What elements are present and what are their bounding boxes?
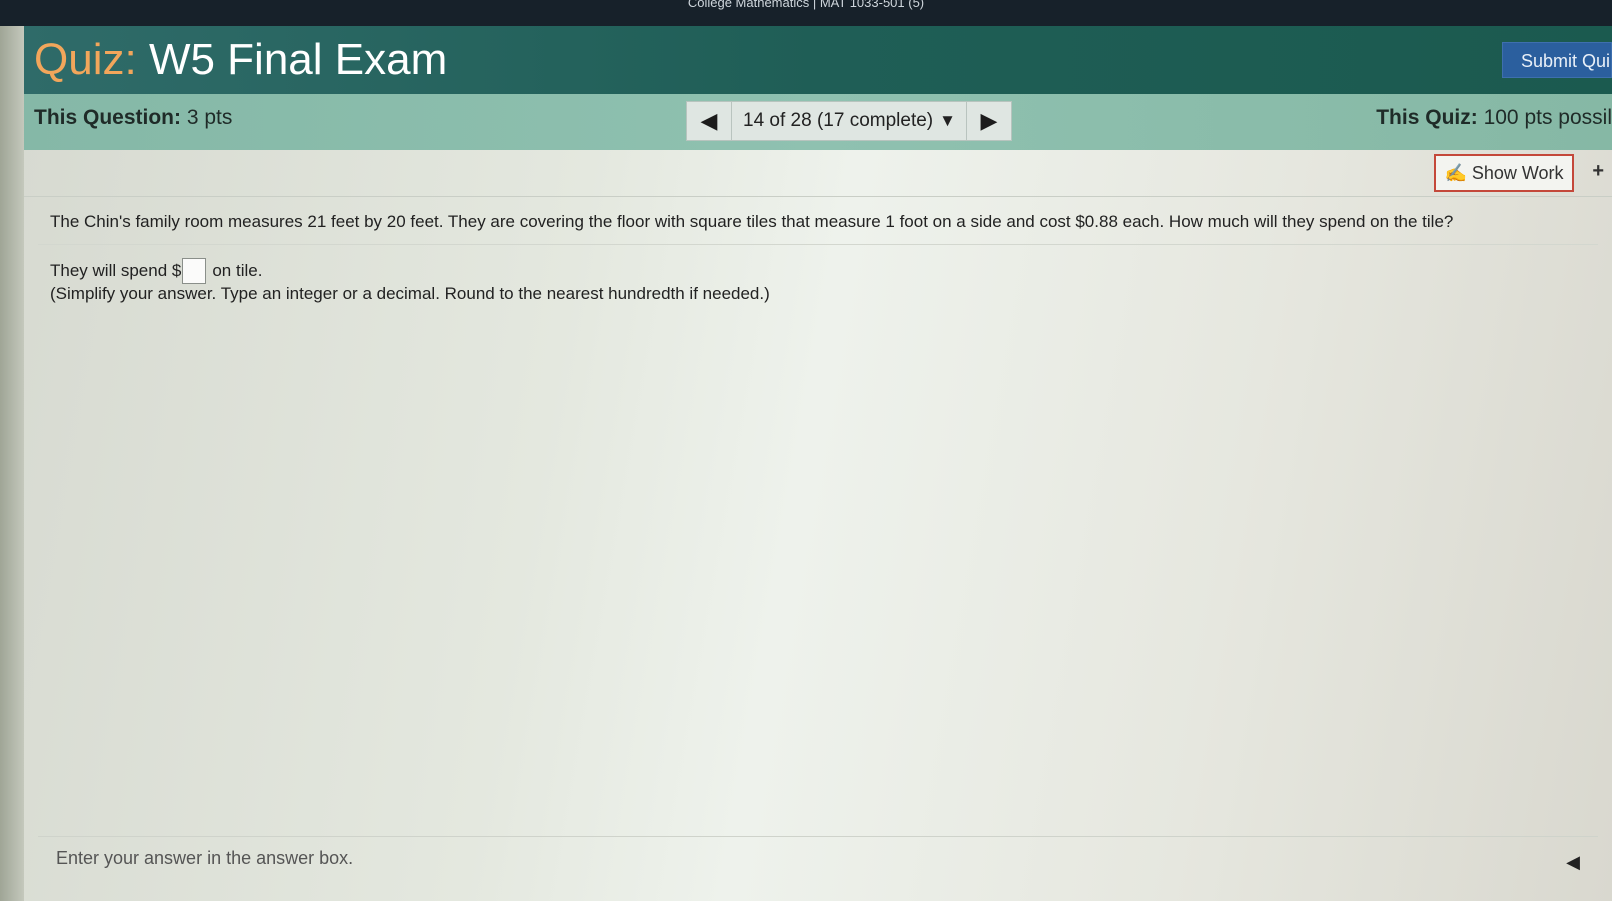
quiz-points-value: 100 pts possil	[1483, 106, 1612, 129]
submit-quiz-label: Submit Qui	[1521, 51, 1611, 71]
question-points-label: This Question:	[34, 106, 181, 129]
submit-quiz-button[interactable]: Submit Qui	[1502, 42, 1612, 78]
answer-suffix: on tile.	[212, 261, 263, 280]
answer-hint: (Simplify your answer. Type an integer o…	[50, 284, 770, 303]
pencil-icon: ✍	[1444, 162, 1467, 183]
footer-instruction: Enter your answer in the answer box.	[56, 848, 354, 868]
answer-line: They will spend $ on tile.	[50, 258, 262, 284]
course-bar: College Mathematics | MAT 1033-501 (5)	[0, 0, 1612, 26]
quiz-header: Quiz: W5 Final Exam Submit Qui	[24, 26, 1612, 94]
quiz-name: W5 Final Exam	[148, 35, 448, 84]
quiz-label: Quiz:	[34, 35, 137, 84]
next-question-button[interactable]: ▶	[966, 102, 1011, 140]
question-progress-dropdown[interactable]: 14 of 28 (17 complete) ▼	[732, 102, 967, 140]
question-text: The Chin's family room measures 21 feet …	[50, 212, 1454, 231]
answer-input[interactable]	[182, 258, 207, 284]
previous-question-button[interactable]: ◀	[687, 102, 732, 140]
show-work-button[interactable]: ✍ Show Work	[1434, 154, 1574, 192]
question-toolbar: ✍ Show Work +	[24, 150, 1612, 197]
course-title: College Mathematics | MAT 1033-501 (5)	[687, 0, 925, 10]
prev-arrow-icon: ◀	[700, 108, 718, 133]
question-progress-text: 14 of 28 (17 complete)	[743, 110, 934, 131]
collapse-arrow-icon[interactable]: ◀	[1566, 852, 1580, 873]
dropdown-caret-icon: ▼	[939, 111, 956, 130]
quiz-points: This Quiz: 100 pts possil	[1376, 106, 1612, 130]
divider	[38, 244, 1598, 245]
next-arrow-icon: ▶	[980, 108, 998, 133]
question-info-bar: This Question: 3 pts ◀ 14 of 28 (17 comp…	[24, 94, 1612, 150]
more-icon[interactable]: +	[1592, 160, 1604, 183]
question-navigator: ◀ 14 of 28 (17 complete) ▼ ▶	[686, 101, 1012, 141]
page-title: Quiz: W5 Final Exam	[34, 34, 447, 86]
quiz-points-label: This Quiz:	[1376, 106, 1478, 129]
show-work-label: Show Work	[1471, 162, 1564, 183]
footer-divider	[38, 836, 1598, 837]
question-points-value: 3 pts	[186, 106, 233, 129]
screen: College Mathematics | MAT 1033-501 (5) Q…	[0, 0, 1612, 901]
question-points: This Question: 3 pts	[34, 106, 232, 130]
answer-prefix: They will spend $	[50, 261, 182, 280]
left-edge	[0, 0, 24, 901]
